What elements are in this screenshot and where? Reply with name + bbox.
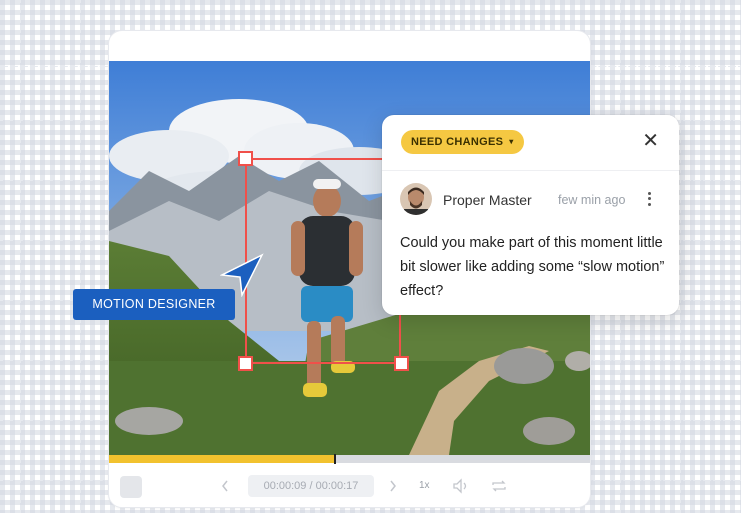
more-options-icon[interactable] bbox=[648, 189, 652, 208]
collaborator-badge: MOTION DESIGNER bbox=[73, 289, 235, 320]
comment-timestamp: few min ago bbox=[558, 193, 626, 207]
volume-icon[interactable] bbox=[452, 475, 470, 504]
repeat-icon[interactable] bbox=[490, 475, 508, 504]
chevron-down-icon: ▾ bbox=[509, 137, 514, 146]
status-dropdown[interactable]: NEED CHANGES ▾ bbox=[401, 130, 524, 154]
divider bbox=[382, 170, 679, 171]
comment-author: Proper Master bbox=[443, 192, 532, 208]
comment-popover: NEED CHANGES ▾ ✕ Proper Master few min ag… bbox=[382, 115, 679, 315]
play-button[interactable] bbox=[120, 476, 142, 498]
close-icon[interactable]: ✕ bbox=[642, 131, 659, 151]
player-controls: 00:00:09 / 00:00:17 1x bbox=[109, 463, 590, 507]
resize-handle-top-left[interactable] bbox=[238, 151, 253, 166]
time-display: 00:00:09 / 00:00:17 bbox=[248, 475, 374, 497]
speed-button[interactable]: 1x bbox=[419, 475, 430, 497]
progress-bar[interactable] bbox=[109, 454, 590, 464]
chevron-right-icon[interactable] bbox=[388, 475, 398, 504]
selection-box[interactable] bbox=[245, 158, 401, 364]
avatar bbox=[400, 183, 432, 215]
progress-fill bbox=[109, 455, 336, 463]
resize-handle-bottom-left[interactable] bbox=[238, 356, 253, 371]
comment-text: Could you make part of this moment littl… bbox=[400, 235, 665, 299]
chevron-left-icon[interactable] bbox=[220, 475, 230, 504]
status-label: NEED CHANGES bbox=[411, 136, 504, 148]
resize-handle-bottom-right[interactable] bbox=[394, 356, 409, 371]
